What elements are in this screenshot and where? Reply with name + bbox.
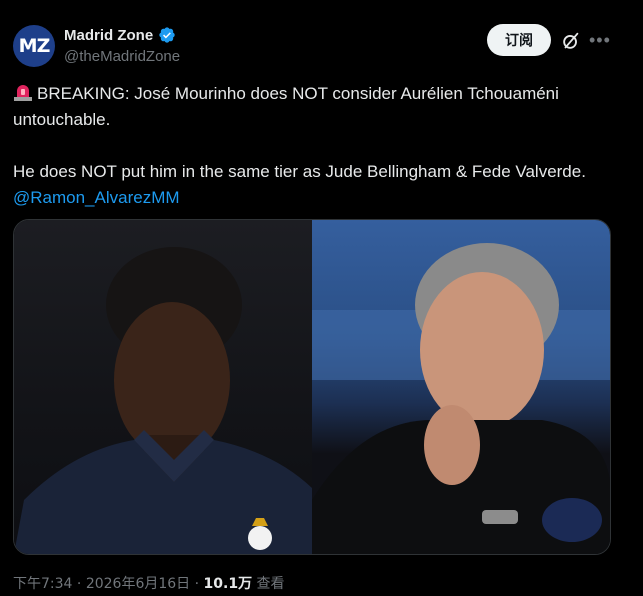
views-count: 10.1万 <box>203 576 253 592</box>
tweet-time[interactable]: 下午7:34 <box>13 576 72 592</box>
rotating-light-icon <box>14 85 32 101</box>
author-name-row: Madrid Zone <box>64 26 176 44</box>
tweet-media[interactable] <box>13 219 611 555</box>
tweet-text: BREAKING: José Mourinho does NOT conside… <box>13 81 613 211</box>
grok-icon[interactable] <box>560 30 582 52</box>
author-handle[interactable]: @theMadridZone <box>64 48 180 65</box>
views-label: 查看 <box>256 576 285 592</box>
verified-badge-icon <box>159 27 175 43</box>
tweet-line-2: He does NOT put him in the same tier as … <box>13 162 591 181</box>
avatar[interactable]: MZ <box>13 25 55 67</box>
manager-photo[interactable] <box>312 220 610 554</box>
separator: · <box>194 576 200 592</box>
tweet-line-1: BREAKING: José Mourinho does NOT conside… <box>13 84 564 129</box>
manager-figure <box>312 243 610 554</box>
tweet-date[interactable]: 2026年6月16日 <box>86 576 190 592</box>
player-figure <box>14 247 312 554</box>
tweet-timestamp: 下午7:34 · 2026年6月16日 · 10.1万 查看 <box>13 573 285 593</box>
player-photo[interactable] <box>14 220 312 554</box>
mention-link[interactable]: @Ramon_AlvarezMM <box>13 188 180 207</box>
display-name[interactable]: Madrid Zone <box>64 27 153 44</box>
more-icon[interactable]: ••• <box>589 30 610 50</box>
separator: · <box>76 576 82 592</box>
subscribe-button[interactable]: 订阅 <box>487 24 551 56</box>
